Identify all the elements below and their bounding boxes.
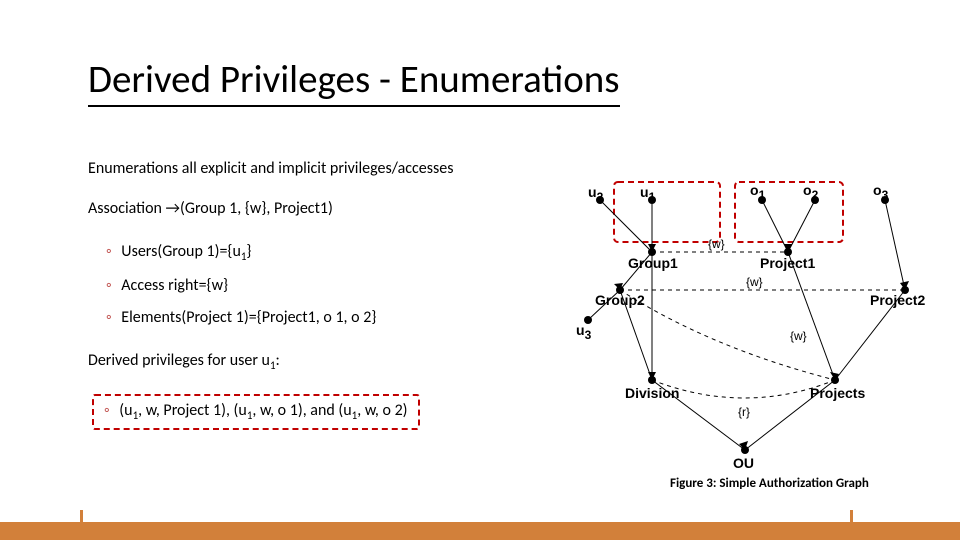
svg-text:u3: u3 [576,322,592,342]
paragraph-enum: Enumerations all explicit and implicit p… [88,158,558,180]
boxed-triples: ◦ (u1, w, Project 1), (u1, w, o 1), and … [92,394,420,430]
bullet-mark: ◦ [106,242,112,261]
svg-text:{w}: {w} [790,329,807,343]
figure-caption: Figure 3: Simple Authorization Graph [670,476,930,491]
authorization-graph: u2 u1 o1 o2 o3 Group1 Project1 Group2 u3… [570,180,940,500]
svg-text:{r}: {r} [738,405,750,419]
svg-text:Project1: Project1 [760,255,815,271]
bullet-mark: ◦ [106,276,112,295]
bullet-elements: ◦ Elements(Project 1)={Project1, o 1, o … [106,307,558,329]
page-title: Derived Privileges - Enumerations [88,56,620,107]
svg-text:{w}: {w} [746,275,763,289]
paragraph-derived: Derived privileges for user u1: [88,350,558,374]
left-column: Enumerations all explicit and implicit p… [88,158,558,440]
bullet-mark: ◦ [104,401,110,420]
bullet-users: ◦ Users(Group 1)={u1} [106,241,558,265]
svg-text:Division: Division [625,385,679,401]
bullet-access-right: ◦ Access right={w} [106,275,558,297]
svg-text:OU: OU [733,455,754,471]
svg-text:{w}: {w} [708,237,725,251]
svg-text:Group2: Group2 [595,292,645,308]
paragraph-assoc: Association →(Group 1, {w}, Project1) [88,198,558,220]
bullet-mark: ◦ [106,308,112,327]
svg-text:Group1: Group1 [628,255,678,271]
footer-bar [0,522,960,540]
bullet-triples: ◦ (u1, w, Project 1), (u1, w, o 1), and … [92,392,558,430]
